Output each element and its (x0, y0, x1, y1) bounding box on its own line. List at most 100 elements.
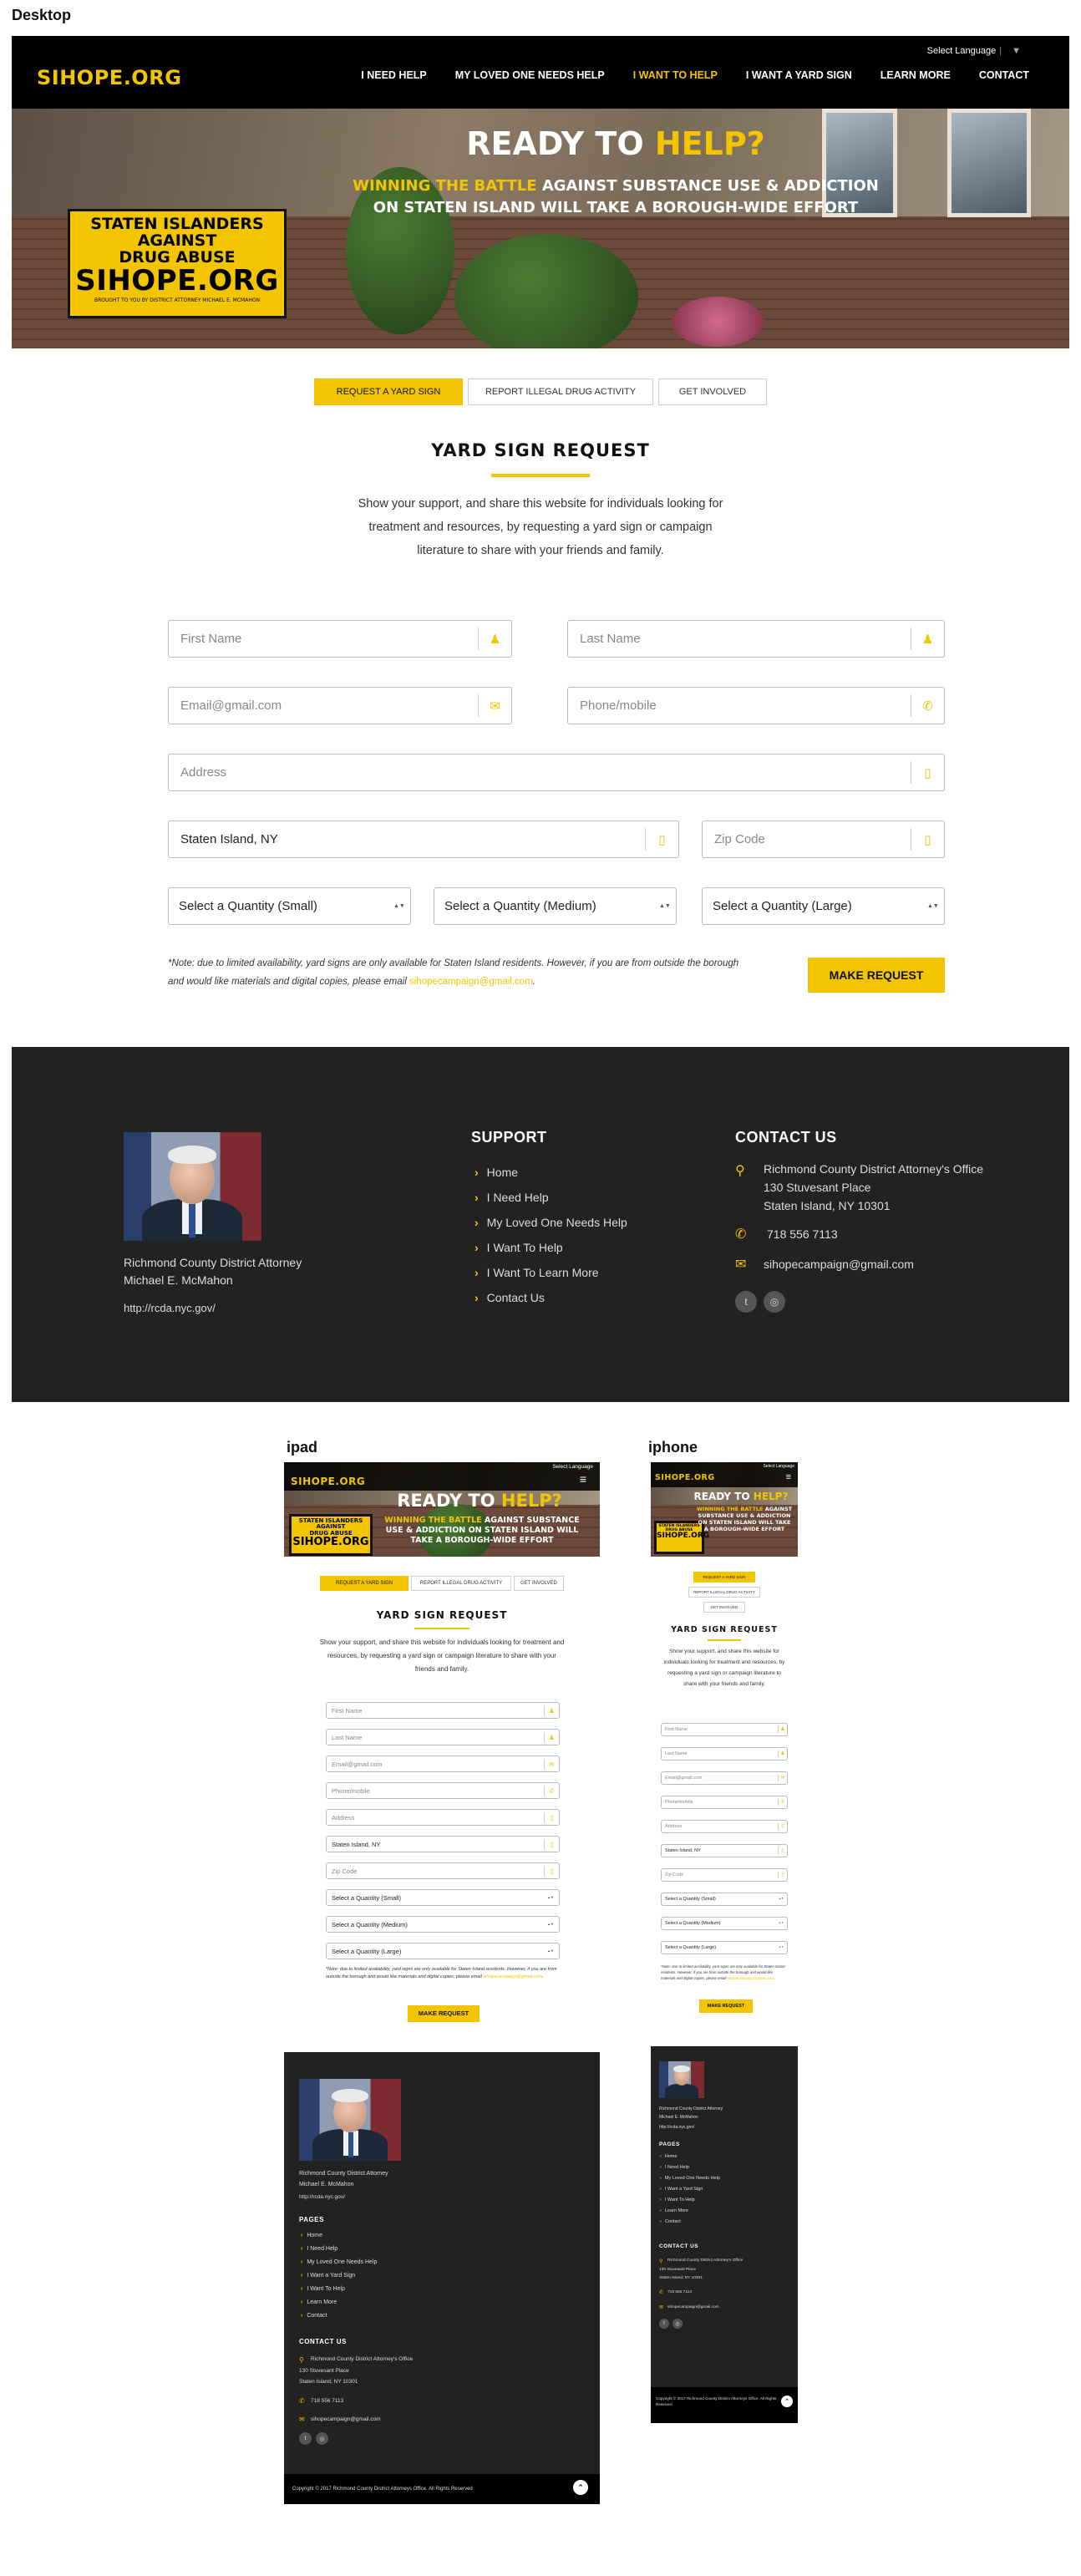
iphone-make-request-button[interactable]: MAKE REQUEST (699, 1999, 753, 2013)
email-field[interactable]: Email@gmail.com ✉ (168, 687, 512, 724)
zip-code-field[interactable]: Zip Code ▯ (702, 821, 945, 858)
ipad-language-selector[interactable]: Select Language (552, 1464, 593, 1470)
chevron-right-icon: › (301, 2299, 303, 2305)
iphone-link-loved-one[interactable]: › My Loved One Needs Help (660, 2176, 720, 2181)
quantity-large-select[interactable]: Select a Quantity (Large) ▲▼ (702, 887, 945, 925)
hamburger-menu-icon[interactable]: ≡ (580, 1472, 586, 1486)
ipad-link-need-help[interactable]: › I Need Help (301, 2246, 337, 2252)
make-request-button[interactable]: MAKE REQUEST (808, 958, 945, 993)
iphone-tab-request[interactable]: REQUEST A YARD SIGN (693, 1572, 755, 1583)
iphone-phone-field[interactable]: Phone/mobile ✆ (661, 1796, 788, 1809)
instagram-icon[interactable]: ◎ (672, 2319, 683, 2329)
iphone-email[interactable]: sihopecampaign@gmail.com (667, 2305, 719, 2309)
iphone-zip-field[interactable]: Zip Code ▯ (661, 1868, 788, 1882)
person-icon: ♟ (478, 627, 511, 650)
ipad-tab-request[interactable]: REQUEST A YARD SIGN (320, 1576, 409, 1591)
first-name-field[interactable]: First Name ♟ (168, 620, 512, 658)
ipad-qty-large-select[interactable]: Select a Quantity (Large) ▲▼ (326, 1943, 560, 1959)
iphone-link-yard-sign[interactable]: › I Want a Yard Sign (660, 2187, 703, 2192)
tab-get-involved[interactable]: GET INVOLVED (658, 379, 767, 405)
last-name-field[interactable]: Last Name ♟ (567, 620, 945, 658)
ipad-city-field[interactable]: Staten Island, NY ▯ (326, 1836, 560, 1852)
ipad-last-name-field[interactable]: Last Name ♟ (326, 1729, 560, 1745)
footer-link-learn-more[interactable]: › I Want To Learn More (475, 1266, 599, 1279)
ipad-phone[interactable]: 718 556 7113 (311, 2398, 343, 2404)
iphone-logo[interactable]: SIHOPE.ORG (655, 1473, 715, 1482)
da-website-link[interactable]: http://rcda.nyc.gov/ (124, 1302, 216, 1314)
ipad-link-contact[interactable]: › Contact (301, 2313, 327, 2319)
footer-link-home[interactable]: › Home (475, 1166, 518, 1179)
iphone-phone[interactable]: 718 556 7113 (667, 2290, 692, 2294)
phone-field[interactable]: Phone/mobile ✆ (567, 687, 945, 724)
iphone-last-name-field[interactable]: Last Name ♟ (661, 1747, 788, 1761)
note-email-link[interactable]: sihopecampaign@gmail.com (409, 977, 533, 987)
twitter-icon[interactable]: t (299, 2432, 312, 2445)
iphone-da-link[interactable]: http://rcda.nyc.gov/ (659, 2125, 694, 2130)
ipad-da-link[interactable]: http://rcda.nyc.gov/ (299, 2194, 345, 2200)
iphone-tab-involved[interactable]: GET INVOLVED (703, 1602, 745, 1613)
scroll-up-icon[interactable]: ⌃ (573, 2480, 588, 2495)
iphone-address-field[interactable]: Address ▯ (661, 1820, 788, 1833)
quantity-small-value: Select a Quantity (Small) (179, 899, 317, 913)
iphone-tab-report[interactable]: REPORT ILLEGAL DRUG ACTIVITY (688, 1587, 760, 1598)
iphone-qty-medium-select[interactable]: Select a Quantity (Medium) ▲▼ (661, 1917, 788, 1930)
sign-line: SIHOPE.ORG (75, 263, 279, 297)
iphone-link-want-help[interactable]: › I Want To Help (660, 2197, 695, 2203)
ipad-link-loved-one[interactable]: › My Loved One Needs Help (301, 2259, 377, 2265)
site-logo[interactable]: SIHOPE.ORG (37, 66, 181, 89)
ipad-link-home[interactable]: › Home (301, 2233, 322, 2238)
tab-request-yard-sign[interactable]: REQUEST A YARD SIGN (314, 379, 463, 405)
ipad-address-field[interactable]: Address ▯ (326, 1809, 560, 1826)
chevron-right-icon: › (660, 2165, 662, 2170)
quantity-medium-select[interactable]: Select a Quantity (Medium) ▲▼ (434, 887, 677, 925)
ipad-qty-small-select[interactable]: Select a Quantity (Small) ▲▼ (326, 1889, 560, 1906)
ipad-tab-report[interactable]: REPORT ILLEGAL DRUG ACTIVITY (411, 1576, 511, 1591)
iphone-link-home[interactable]: › Home (660, 2154, 678, 2159)
nav-learn-more[interactable]: LEARN MORE (881, 69, 951, 81)
iphone-link-contact[interactable]: › Contact (660, 2219, 681, 2224)
ipad-first-name-field[interactable]: First Name ♟ (326, 1702, 560, 1719)
footer-email[interactable]: sihopecampaign@gmail.com (764, 1258, 914, 1271)
instagram-icon[interactable]: ◎ (764, 1291, 785, 1313)
scroll-up-icon[interactable]: ⌃ (781, 2396, 793, 2407)
iphone-first-name-field[interactable]: First Name ♟ (661, 1723, 788, 1736)
ipad-link-want-help[interactable]: › I Want To Help (301, 2286, 345, 2292)
ipad-make-request-button[interactable]: MAKE REQUEST (408, 2005, 480, 2022)
ipad-link-yard-sign[interactable]: › I Want a Yard Sign (301, 2273, 355, 2279)
address-field[interactable]: Address ▯ (168, 754, 945, 791)
quantity-small-select[interactable]: Select a Quantity (Small) ▲▼ (168, 887, 411, 925)
nav-i-want-to-help[interactable]: I WANT TO HELP (633, 69, 718, 81)
iphone-qty-large-select[interactable]: Select a Quantity (Large) ▲▼ (661, 1941, 788, 1954)
footer-phone[interactable]: 718 556 7113 (767, 1227, 838, 1241)
iphone-city-field[interactable]: Staten Island, NY ▯ (661, 1844, 788, 1857)
city-field[interactable]: Staten Island, NY ▯ (168, 821, 679, 858)
ipad-qty-medium-select[interactable]: Select a Quantity (Medium) ▲▼ (326, 1916, 560, 1933)
iphone-qty-small-select[interactable]: Select a Quantity (Small) ▲▼ (661, 1893, 788, 1906)
iphone-link-need-help[interactable]: › I Need Help (660, 2165, 689, 2170)
iphone-email-field[interactable]: Email@gmail.com ✉ (661, 1771, 788, 1785)
nav-yard-sign[interactable]: I WANT A YARD SIGN (746, 69, 852, 81)
tab-report-drug-activity[interactable]: REPORT ILLEGAL DRUG ACTIVITY (468, 379, 653, 405)
footer-link-contact-us[interactable]: › Contact Us (475, 1291, 545, 1304)
phone-placeholder: Phone/mobile (580, 699, 657, 713)
ipad-email-field[interactable]: Email@gmail.com ✉ (326, 1755, 560, 1772)
ipad-logo[interactable]: SIHOPE.ORG (291, 1476, 365, 1487)
hamburger-menu-icon[interactable]: ≡ (786, 1472, 791, 1482)
nav-contact[interactable]: CONTACT (979, 69, 1029, 81)
ipad-tab-involved[interactable]: GET INVOLVED (514, 1576, 564, 1591)
instagram-icon[interactable]: ◎ (316, 2432, 328, 2445)
iphone-link-learn-more[interactable]: › Learn More (660, 2208, 688, 2213)
footer-link-i-need-help[interactable]: › I Need Help (475, 1191, 549, 1204)
nav-i-need-help[interactable]: I NEED HELP (361, 69, 427, 81)
ipad-zip-field[interactable]: Zip Code ▯ (326, 1862, 560, 1879)
iphone-language-selector[interactable]: Select Language (763, 1464, 794, 1469)
language-selector[interactable]: Select Language | ▼ (927, 46, 1021, 56)
twitter-icon[interactable]: t (659, 2319, 669, 2329)
nav-loved-one[interactable]: MY LOVED ONE NEEDS HELP (455, 69, 605, 81)
twitter-icon[interactable]: t (735, 1291, 757, 1313)
footer-link-want-to-help[interactable]: › I Want To Help (475, 1241, 563, 1254)
ipad-link-learn-more[interactable]: › Learn More (301, 2299, 337, 2305)
ipad-email[interactable]: sihopecampaign@gmail.com (311, 2416, 381, 2422)
ipad-phone-field[interactable]: Phone/mobile ✆ (326, 1782, 560, 1799)
footer-link-loved-one[interactable]: › My Loved One Needs Help (475, 1216, 627, 1229)
